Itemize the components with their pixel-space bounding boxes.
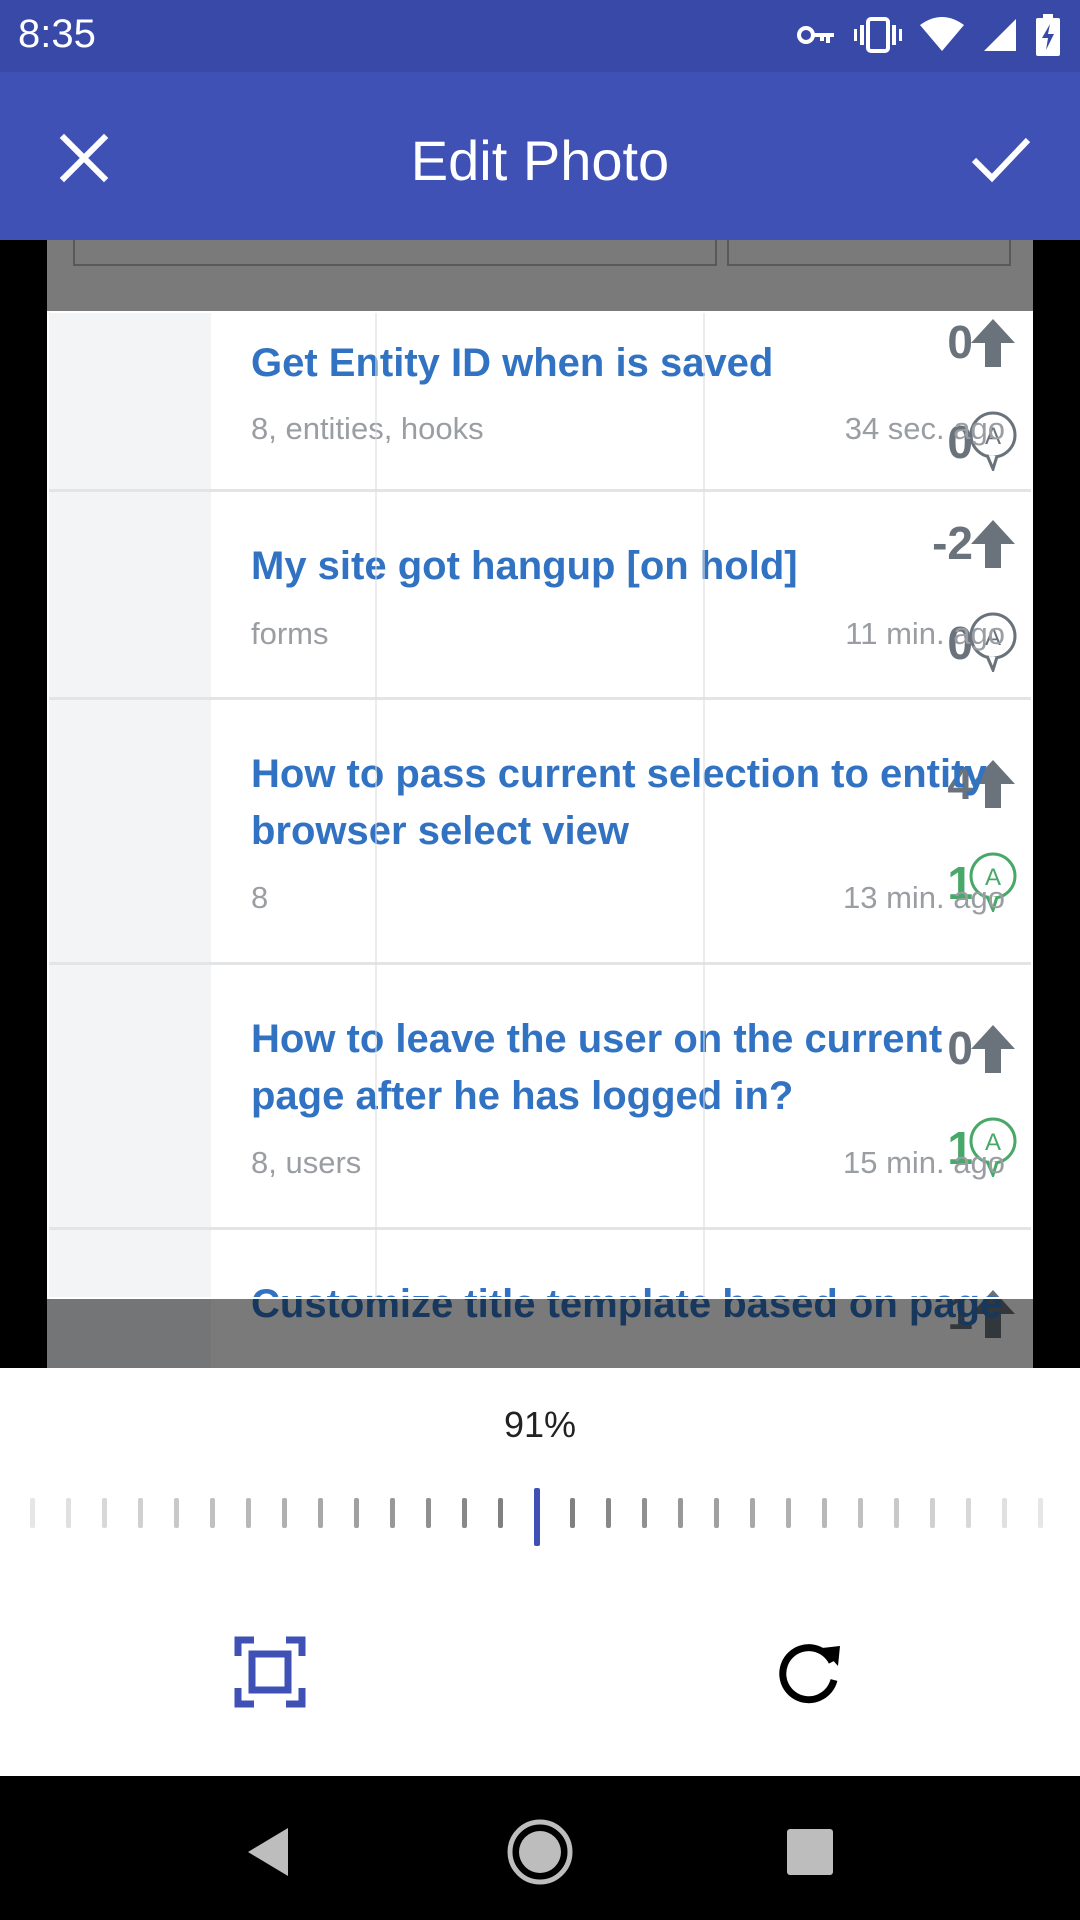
wifi-icon bbox=[920, 17, 964, 51]
zoom-slider-tick bbox=[462, 1498, 467, 1528]
zoom-slider-tick bbox=[426, 1498, 431, 1528]
zoom-slider-tick bbox=[714, 1498, 719, 1528]
nav-bar bbox=[0, 1776, 1080, 1920]
battery-charging-icon bbox=[1036, 14, 1060, 56]
zoom-slider-indicator bbox=[534, 1488, 540, 1546]
page-title: Edit Photo bbox=[410, 129, 670, 192]
zoom-slider-tick bbox=[894, 1498, 899, 1528]
zoom-slider-tick bbox=[1002, 1498, 1007, 1528]
tool-bar bbox=[0, 1560, 1080, 1776]
zoom-value: 91% bbox=[503, 1404, 577, 1445]
check-icon[interactable] bbox=[960, 122, 1040, 194]
zoom-slider-tick bbox=[66, 1498, 71, 1528]
app-bar: Edit Photo bbox=[0, 72, 1080, 240]
zoom-slider-tick bbox=[246, 1498, 251, 1528]
status-time: 8:35 bbox=[18, 12, 96, 56]
zoom-slider-tick bbox=[642, 1498, 647, 1528]
vpn-key-icon bbox=[797, 26, 834, 44]
zoom-slider-tick bbox=[966, 1498, 971, 1528]
zoom-slider-tick bbox=[750, 1498, 755, 1528]
photo-canvas[interactable]: 0 0 A Get Entity ID when is saved 8, ent… bbox=[0, 240, 1080, 1368]
crop-mask-bottom bbox=[47, 1297, 1033, 1368]
zoom-slider-tick bbox=[30, 1498, 35, 1528]
signal-icon bbox=[984, 19, 1016, 51]
status-bar: 8:35 bbox=[0, 0, 1080, 72]
zoom-slider-tick bbox=[210, 1498, 215, 1528]
rotate-icon[interactable] bbox=[770, 1632, 850, 1712]
zoom-slider-tick bbox=[174, 1498, 179, 1528]
zoom-slider-tick bbox=[678, 1498, 683, 1528]
zoom-slider-tick bbox=[1038, 1498, 1043, 1528]
crop-free-icon[interactable] bbox=[230, 1632, 310, 1712]
zoom-slider-tick bbox=[606, 1498, 611, 1528]
zoom-slider-tick bbox=[138, 1498, 143, 1528]
crop-frame[interactable] bbox=[47, 311, 1033, 1299]
zoom-slider-tick bbox=[930, 1498, 935, 1528]
zoom-slider-tick bbox=[318, 1498, 323, 1528]
home-icon[interactable] bbox=[500, 1812, 580, 1892]
zoom-slider-tick bbox=[390, 1498, 395, 1528]
zoom-panel: 91% bbox=[0, 1368, 1080, 1562]
zoom-slider-tick bbox=[354, 1498, 359, 1528]
back-icon[interactable] bbox=[230, 1812, 310, 1892]
zoom-slider-tick bbox=[282, 1498, 287, 1528]
zoom-slider[interactable] bbox=[30, 1488, 1050, 1548]
zoom-slider-tick bbox=[786, 1498, 791, 1528]
zoom-slider-tick bbox=[570, 1498, 575, 1528]
crop-mask-top bbox=[47, 240, 1033, 311]
vibrate-icon bbox=[854, 17, 902, 53]
photo-preview: 0 0 A Get Entity ID when is saved 8, ent… bbox=[47, 240, 1033, 1368]
zoom-slider-tick bbox=[498, 1498, 503, 1528]
zoom-slider-tick bbox=[858, 1498, 863, 1528]
recents-icon[interactable] bbox=[770, 1812, 850, 1892]
zoom-slider-tick bbox=[102, 1498, 107, 1528]
zoom-slider-tick bbox=[822, 1498, 827, 1528]
